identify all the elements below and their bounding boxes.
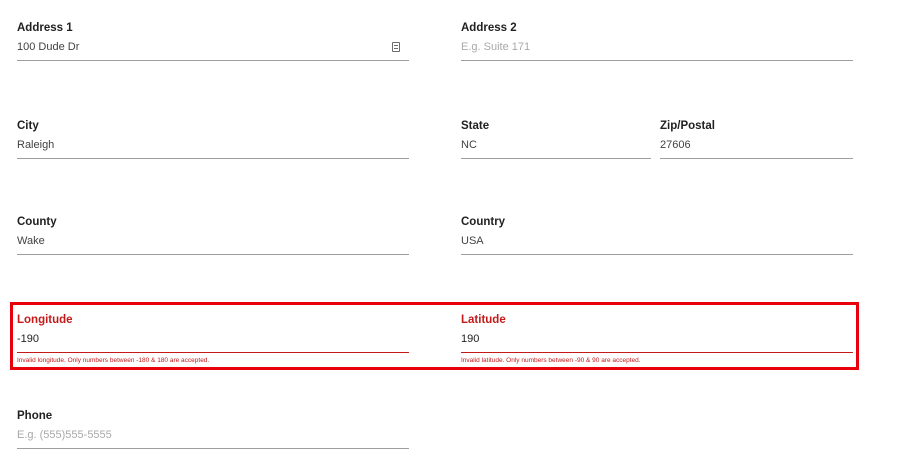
zip-value: 27606 — [660, 139, 691, 151]
city-field: City Raleigh — [17, 119, 409, 161]
county-input[interactable]: Wake — [17, 232, 409, 255]
longitude-value: -190 — [17, 333, 40, 345]
country-value: USA — [461, 235, 484, 247]
address1-label: Address 1 — [17, 22, 73, 34]
longitude-input[interactable]: -190 — [17, 330, 409, 353]
county-label: County — [17, 216, 57, 228]
county-field: County Wake — [17, 215, 409, 257]
city-value: Raleigh — [17, 139, 55, 151]
longitude-error-message: Invalid longitude. Only numbers between … — [17, 357, 210, 364]
phone-field: Phone E.g. (555)555-5555 — [17, 409, 409, 451]
address1-field: Address 1 100 Dude Dr — [17, 21, 409, 63]
country-input[interactable]: USA — [461, 232, 853, 255]
county-value: Wake — [17, 235, 45, 247]
contact-card-icon[interactable] — [392, 42, 400, 52]
latitude-input[interactable]: 190 — [461, 330, 853, 353]
address1-input[interactable]: 100 Dude Dr — [17, 38, 409, 61]
state-label: State — [461, 120, 490, 132]
country-field: Country USA — [461, 215, 853, 257]
phone-label: Phone — [17, 410, 53, 422]
address2-label: Address 2 — [461, 22, 517, 34]
state-input[interactable]: NC — [461, 136, 651, 159]
longitude-field: Longitude -190 Invalid longitude. Only n… — [17, 313, 409, 367]
country-label: Country — [461, 216, 506, 228]
address2-input[interactable]: E.g. Suite 171 — [461, 38, 853, 61]
address2-placeholder: E.g. Suite 171 — [461, 41, 531, 53]
address2-field: Address 2 E.g. Suite 171 — [461, 21, 853, 63]
zip-field: Zip/Postal 27606 — [660, 119, 853, 161]
latitude-value: 190 — [461, 333, 480, 345]
phone-placeholder: E.g. (555)555-5555 — [17, 429, 112, 441]
zip-label: Zip/Postal — [660, 120, 715, 132]
longitude-label: Longitude — [17, 314, 73, 326]
phone-input[interactable]: E.g. (555)555-5555 — [17, 426, 409, 449]
state-field: State NC — [461, 119, 651, 161]
city-label: City — [17, 120, 39, 132]
latitude-error-message: Invalid latitude. Only numbers between -… — [461, 357, 641, 364]
zip-input[interactable]: 27606 — [660, 136, 853, 159]
state-value: NC — [461, 139, 477, 151]
latitude-field: Latitude 190 Invalid latitude. Only numb… — [461, 313, 853, 367]
city-input[interactable]: Raleigh — [17, 136, 409, 159]
latitude-label: Latitude — [461, 314, 506, 326]
address1-value: 100 Dude Dr — [17, 41, 80, 53]
